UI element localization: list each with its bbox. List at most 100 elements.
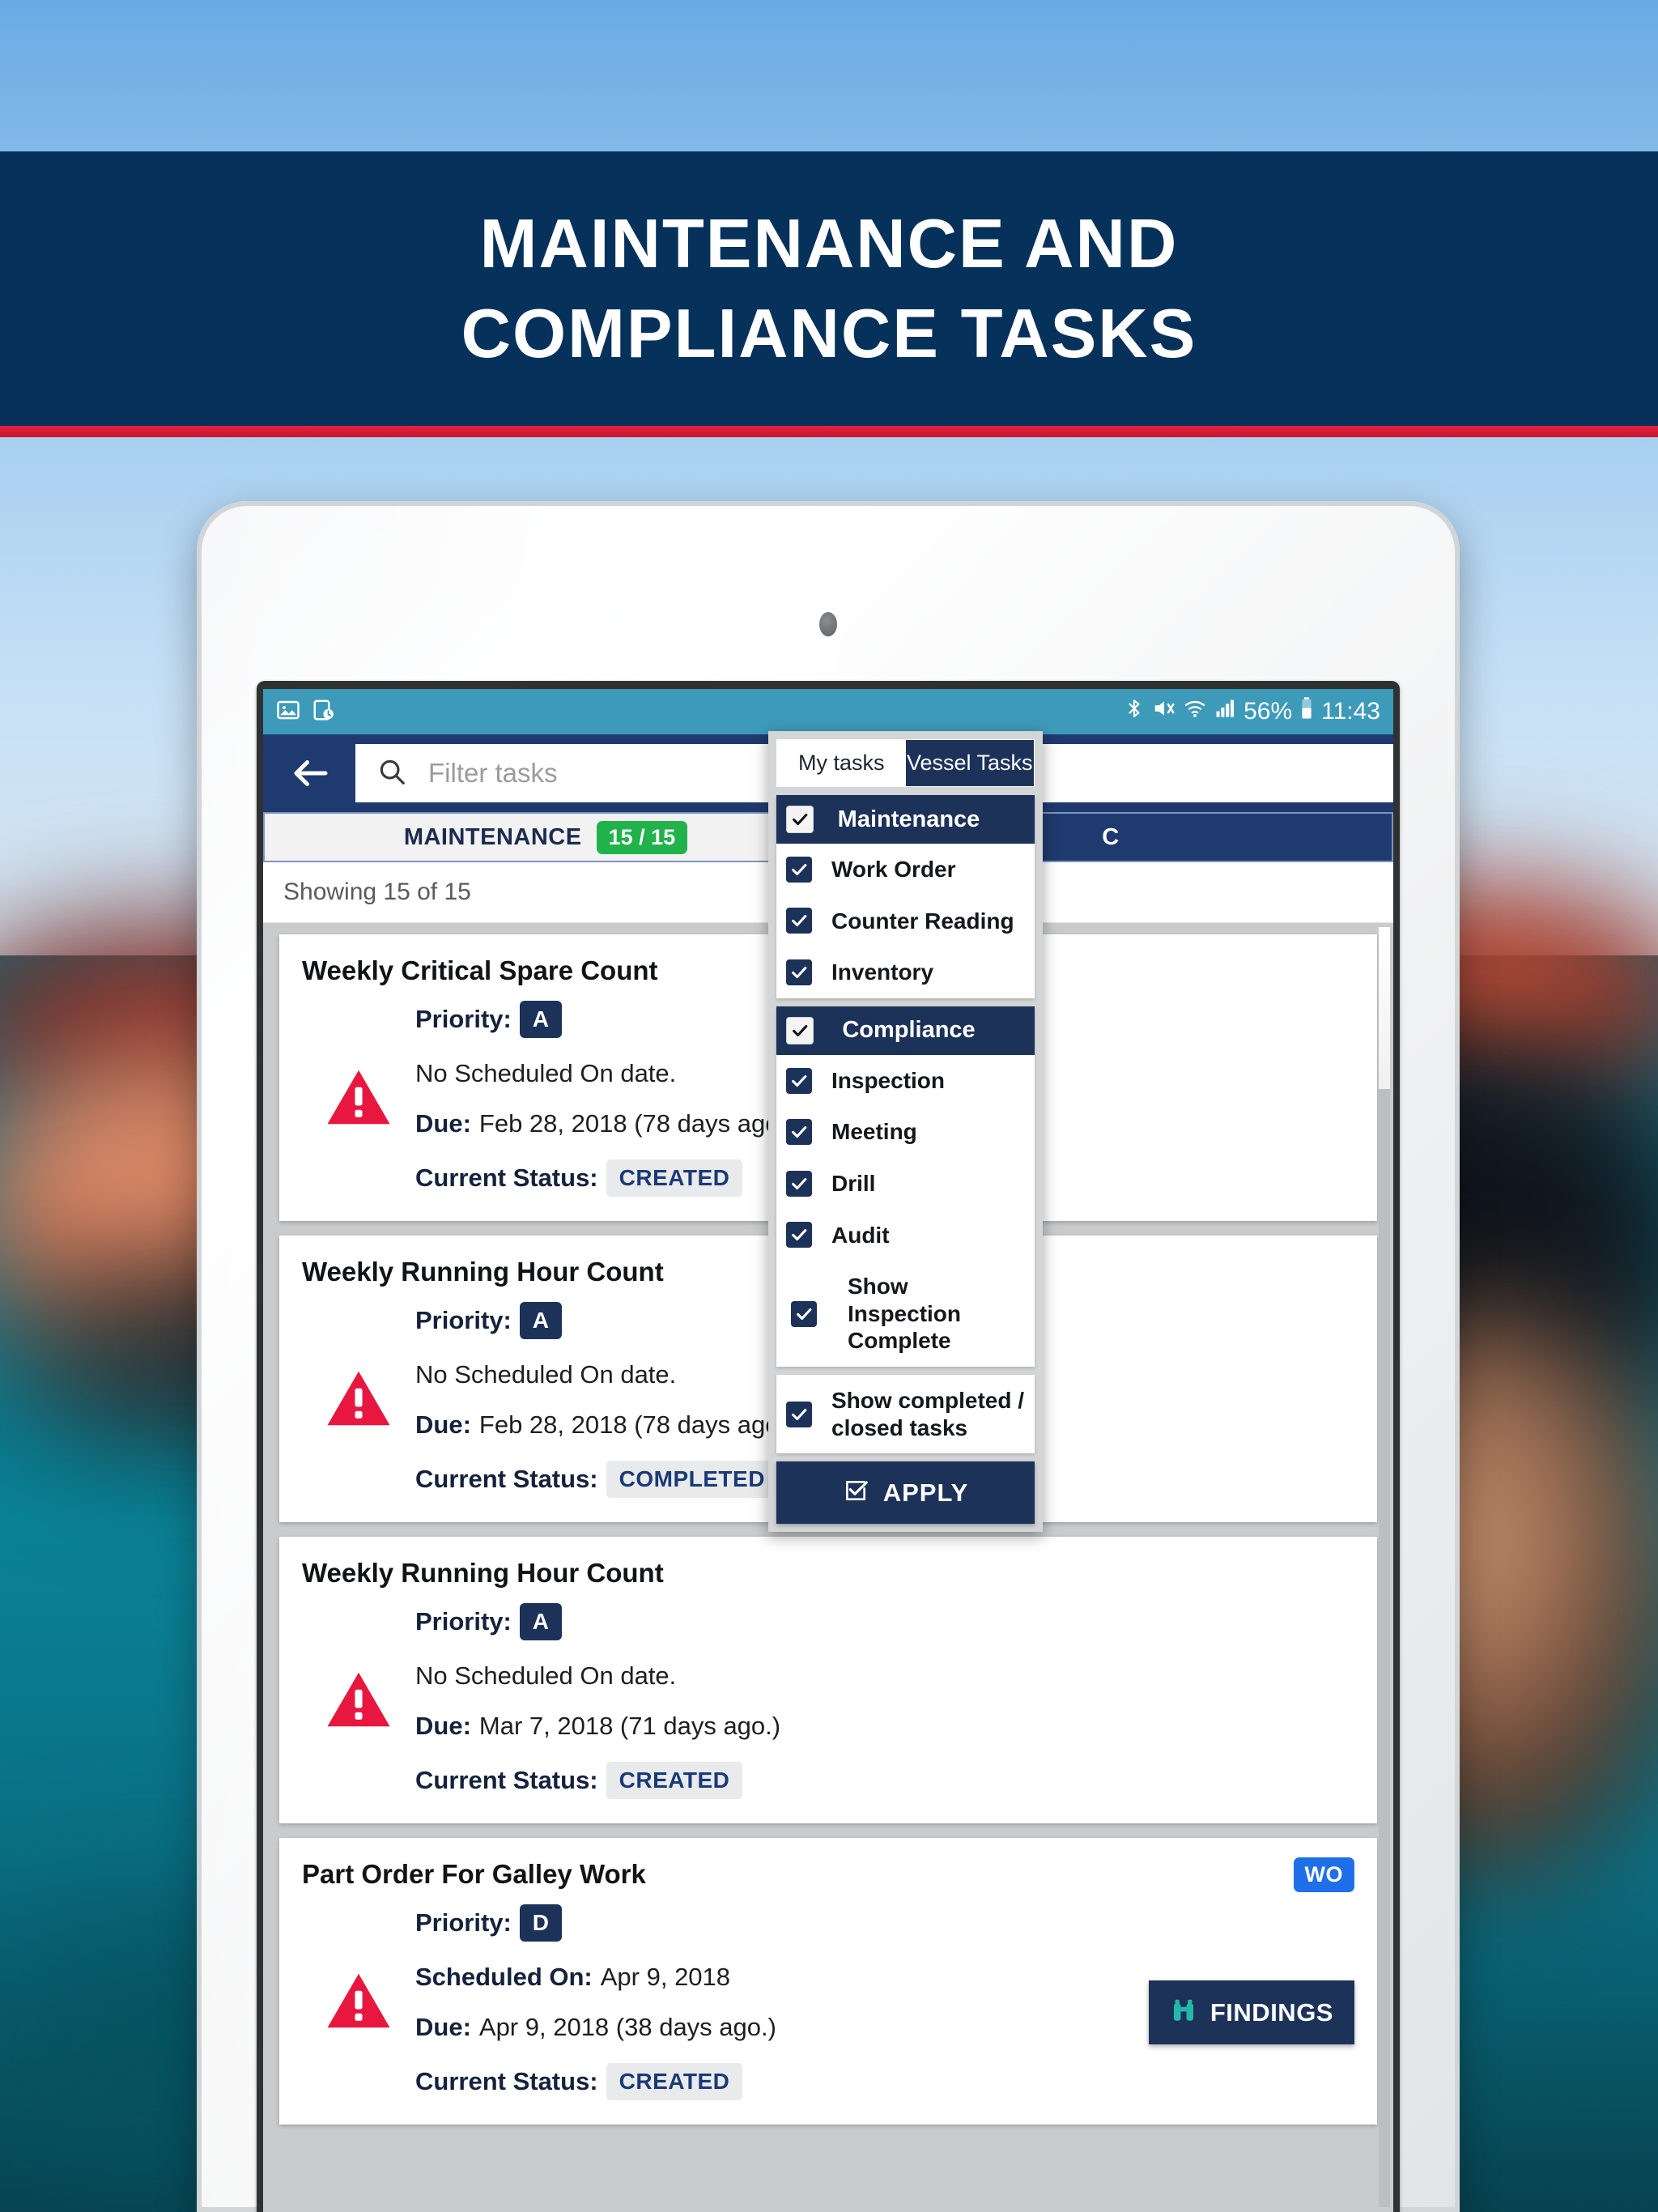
overdue-warning-icon <box>302 1971 415 2031</box>
status-row: Current Status: CREATED <box>415 2063 1354 2100</box>
status-row: Current Status: CREATED <box>415 1762 1354 1799</box>
priority-badge: A <box>519 1302 562 1339</box>
checkbox-show-inspection-complete[interactable] <box>791 1300 817 1327</box>
status-badge: CREATED <box>606 2063 743 2100</box>
android-status-bar: 56% 11:43 <box>263 689 1393 734</box>
overdue-warning-icon <box>302 1368 415 1428</box>
wifi-icon <box>1184 696 1206 727</box>
headline-banner: MAINTENANCE AND COMPLIANCE TASKS <box>0 151 1658 426</box>
due-value: Mar 7, 2018 (71 days ago.) <box>478 1712 781 1740</box>
battery-icon <box>1299 696 1314 727</box>
option-label-audit: Audit <box>831 1222 890 1248</box>
checkbox-counter-reading[interactable] <box>786 908 812 934</box>
headline-divider <box>0 426 1658 437</box>
filter-option-show-completed[interactable]: Show completed / closed tasks <box>776 1375 1035 1453</box>
bluetooth-icon <box>1124 696 1145 727</box>
filter-group-maintenance: Maintenance Work Order Counter Reading I… <box>776 795 1035 998</box>
overdue-warning-icon <box>302 1670 415 1729</box>
status-badge: CREATED <box>606 1762 743 1799</box>
due-label: Due: <box>415 1712 471 1740</box>
checkbox-apply-icon <box>843 1478 869 1508</box>
priority-badge: A <box>519 1603 562 1640</box>
task-card[interactable]: WO Part Order For Galley Work Priority: … <box>279 1838 1377 2125</box>
group-header-compliance[interactable]: Compliance <box>776 1006 1035 1055</box>
due-label: Due: <box>415 2013 471 2041</box>
status-badge: CREATED <box>606 1159 743 1197</box>
headline-line-2: COMPLIANCE TASKS <box>461 295 1197 372</box>
tab-maintenance[interactable]: MAINTENANCE 15 / 15 <box>263 812 828 862</box>
search-icon <box>376 756 407 791</box>
schedule-value: No Scheduled On date. <box>415 1059 677 1087</box>
battery-percent-label: 56% <box>1244 698 1293 725</box>
list-scrollbar-track[interactable] <box>1379 927 1390 2207</box>
priority-label: Priority: <box>415 1607 512 1636</box>
status-label: Current Status: <box>415 1766 598 1794</box>
filter-option-audit[interactable]: Audit <box>776 1210 1035 1261</box>
tab-compliance-label: C <box>1102 823 1120 850</box>
segment-vessel-tasks[interactable]: Vessel Tasks <box>905 740 1034 786</box>
status-label: Current Status: <box>415 1163 598 1192</box>
filter-option-inventory[interactable]: Inventory <box>776 946 1035 998</box>
back-arrow-icon[interactable] <box>281 743 341 803</box>
checkbox-maintenance[interactable] <box>786 806 814 833</box>
group-header-maintenance[interactable]: Maintenance <box>776 795 1035 844</box>
option-label-drill: Drill <box>831 1170 876 1196</box>
filter-option-drill[interactable]: Drill <box>776 1158 1035 1210</box>
checkbox-audit[interactable] <box>786 1222 812 1249</box>
option-label-inspection: Inspection <box>831 1067 946 1093</box>
due-label: Due: <box>415 1109 471 1138</box>
priority-label: Priority: <box>415 1908 512 1937</box>
checkbox-show-completed[interactable] <box>786 1401 812 1427</box>
apply-button[interactable]: APPLY <box>776 1461 1035 1525</box>
task-title: Weekly Running Hour Count <box>302 1558 664 1588</box>
checkbox-work-order[interactable] <box>786 856 812 883</box>
tab-maintenance-label: MAINTENANCE <box>403 823 582 850</box>
schedule-value: No Scheduled On date. <box>415 1360 677 1389</box>
mute-vibrate-icon <box>1152 696 1176 727</box>
option-label-inventory: Inventory <box>831 959 934 985</box>
work-order-badge: WO <box>1293 1857 1354 1892</box>
image-icon <box>276 698 300 726</box>
option-label-show-completed: Show completed / closed tasks <box>831 1387 1025 1440</box>
binoculars-icon <box>1170 1997 1197 2028</box>
filter-dropdown-panel[interactable]: My tasks Vessel Tasks Maintenance Work O… <box>768 731 1043 1533</box>
schedule-value: Apr 9, 2018 <box>600 1963 731 1991</box>
list-scrollbar-thumb[interactable] <box>1379 927 1390 1089</box>
checkbox-drill[interactable] <box>786 1170 812 1197</box>
priority-badge: A <box>519 1001 562 1038</box>
schedule-row: No Scheduled On date. <box>415 1661 1354 1691</box>
schedule-label: Scheduled On: <box>415 1963 593 1991</box>
option-label-counter-reading: Counter Reading <box>831 908 1014 934</box>
status-label: Current Status: <box>415 2067 598 2095</box>
segment-my-tasks[interactable]: My tasks <box>777 740 906 786</box>
option-label-meeting: Meeting <box>831 1119 917 1145</box>
group-title-compliance: Compliance <box>842 1017 976 1044</box>
priority-row: Priority: A <box>415 1603 1354 1640</box>
option-label-show-inspection-complete: Show Inspection Complete <box>848 1274 962 1354</box>
document-clock-icon <box>312 698 336 726</box>
due-value: Apr 9, 2018 (38 days ago.) <box>478 2013 776 2041</box>
clock-label: 11:43 <box>1321 698 1380 725</box>
search-placeholder: Filter tasks <box>428 758 558 788</box>
filter-option-work-order[interactable]: Work Order <box>776 844 1035 895</box>
overdue-warning-icon <box>302 1067 415 1127</box>
checkbox-inspection[interactable] <box>786 1067 812 1094</box>
due-value: Feb 28, 2018 (78 days ago.) <box>478 1410 795 1439</box>
task-card[interactable]: Weekly Running Hour Count Priority: A No… <box>279 1537 1377 1823</box>
checkbox-inventory[interactable] <box>786 959 812 985</box>
front-camera-icon <box>819 612 837 636</box>
priority-row: Priority: D <box>415 1904 1354 1942</box>
filter-group-show-completed: Show completed / closed tasks <box>776 1374 1035 1454</box>
signal-icon <box>1214 696 1236 727</box>
priority-label: Priority: <box>415 1005 512 1033</box>
filter-group-compliance: Compliance Inspection Meeting Drill Audi… <box>776 1006 1035 1367</box>
filter-option-inspection[interactable]: Inspection <box>776 1055 1035 1107</box>
filter-option-counter-reading[interactable]: Counter Reading <box>776 895 1035 947</box>
findings-button[interactable]: FINDINGS <box>1148 1980 1354 2044</box>
findings-label: FINDINGS <box>1209 1997 1333 2027</box>
checkbox-compliance[interactable] <box>786 1016 814 1044</box>
group-title-maintenance: Maintenance <box>837 806 980 832</box>
filter-option-meeting[interactable]: Meeting <box>776 1106 1035 1158</box>
checkbox-meeting[interactable] <box>786 1119 812 1146</box>
filter-option-show-inspection-complete[interactable]: Show Inspection Complete <box>776 1261 1035 1367</box>
